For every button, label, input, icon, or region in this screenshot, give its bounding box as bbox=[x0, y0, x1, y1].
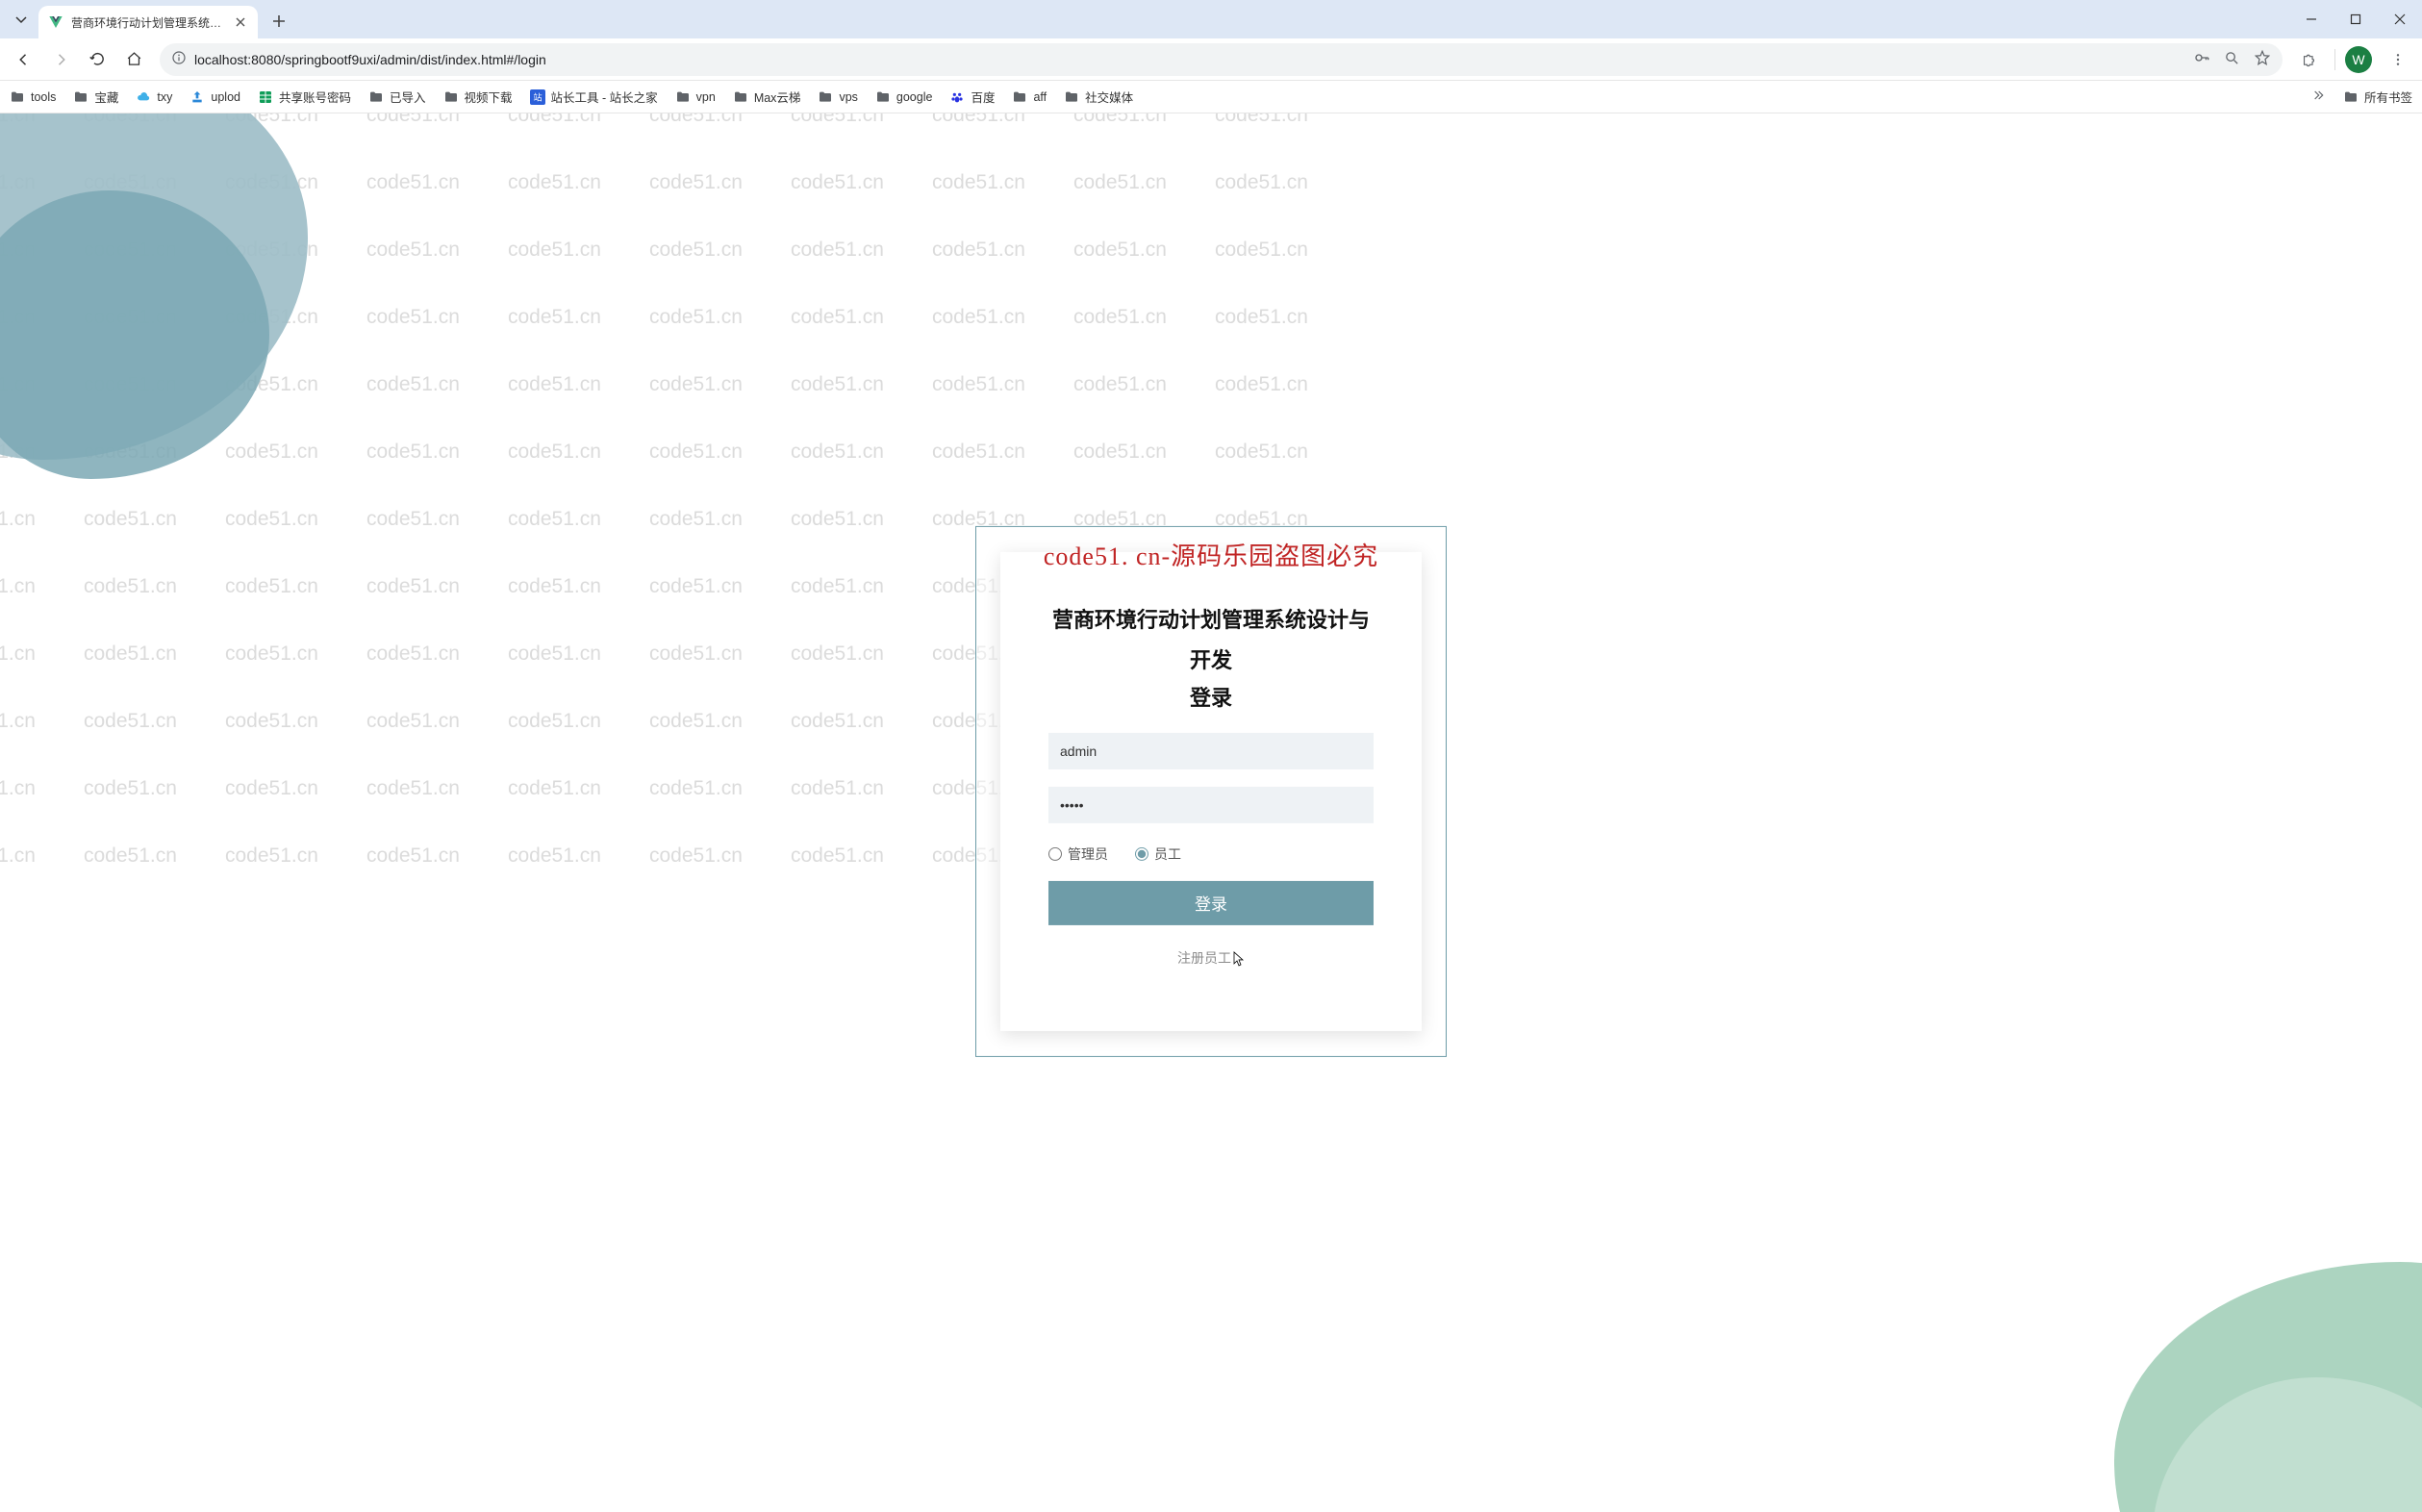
bookmark-imported[interactable]: 已导入 bbox=[368, 88, 426, 106]
page-viewport: code51.cncode51.cncode51.cncode51.cncode… bbox=[0, 113, 2422, 1512]
kebab-icon bbox=[2390, 52, 2406, 67]
bookmark-all[interactable]: 所有书签 bbox=[2343, 88, 2412, 106]
bookmark-maxcloud[interactable]: Max云梯 bbox=[733, 88, 801, 106]
minimize-icon bbox=[2306, 13, 2317, 25]
puzzle-icon bbox=[2301, 51, 2317, 67]
profile-avatar[interactable]: W bbox=[2345, 46, 2372, 73]
folder-icon bbox=[1012, 89, 1027, 105]
baidu-icon bbox=[949, 89, 965, 105]
login-button[interactable]: 登录 bbox=[1048, 881, 1374, 925]
folder-icon bbox=[2343, 89, 2359, 105]
browser-titlebar: 营商环境行动计划管理系统设计 bbox=[0, 0, 2422, 38]
radio-employee-input[interactable] bbox=[1135, 847, 1148, 861]
folder-icon bbox=[73, 89, 88, 105]
tab-close-button[interactable] bbox=[233, 14, 248, 30]
home-button[interactable] bbox=[117, 43, 150, 76]
bookmark-social-media[interactable]: 社交媒体 bbox=[1064, 88, 1133, 106]
back-button[interactable] bbox=[8, 43, 40, 76]
chinaz-icon: 站 bbox=[530, 89, 545, 105]
browser-menu-button[interactable] bbox=[2382, 43, 2414, 76]
bookmark-vpn[interactable]: vpn bbox=[675, 89, 716, 105]
bookmarks-overflow-button[interactable] bbox=[2310, 88, 2326, 106]
chevron-down-icon bbox=[15, 13, 27, 25]
folder-icon bbox=[10, 89, 25, 105]
radio-admin-input[interactable] bbox=[1048, 847, 1062, 861]
url-text: localhost:8080/springbootf9uxi/admin/dis… bbox=[194, 52, 546, 67]
password-input[interactable] bbox=[1048, 787, 1374, 823]
folder-icon bbox=[733, 89, 748, 105]
reload-button[interactable] bbox=[81, 43, 114, 76]
bookmark-star-icon[interactable] bbox=[2254, 49, 2271, 69]
bookmark-uplod[interactable]: uplod bbox=[189, 89, 240, 105]
separator bbox=[2334, 49, 2335, 70]
cloud-icon bbox=[136, 89, 151, 105]
bookmark-shared-accounts[interactable]: 共享账号密码 bbox=[258, 88, 351, 106]
address-bar[interactable]: localhost:8080/springbootf9uxi/admin/dis… bbox=[160, 43, 2283, 76]
login-card: 营商环境行动计划管理系统设计与开发 登录 管理员 员工 登录 bbox=[1000, 552, 1422, 1031]
bookmark-google[interactable]: google bbox=[875, 89, 933, 105]
bookmarks-bar: tools 宝藏 txy uplod 共享账号密码 已导入 视频下载 站 站长工 bbox=[0, 81, 2422, 113]
chevron-right-double-icon bbox=[2310, 88, 2326, 103]
avatar-letter: W bbox=[2352, 52, 2364, 67]
browser-tab[interactable]: 营商环境行动计划管理系统设计 bbox=[38, 6, 258, 38]
radio-admin-label: 管理员 bbox=[1068, 844, 1108, 864]
vue-favicon-icon bbox=[48, 14, 63, 30]
bookmark-baozang[interactable]: 宝藏 bbox=[73, 88, 118, 106]
radio-employee[interactable]: 员工 bbox=[1135, 844, 1181, 864]
username-input[interactable] bbox=[1048, 733, 1374, 769]
bookmark-video-download[interactable]: 视频下载 bbox=[443, 88, 513, 106]
folder-icon bbox=[875, 89, 891, 105]
site-info-icon[interactable] bbox=[171, 50, 187, 68]
extensions-button[interactable] bbox=[2292, 43, 2325, 76]
close-icon bbox=[2394, 13, 2406, 25]
minimize-button[interactable] bbox=[2289, 0, 2334, 38]
folder-icon bbox=[443, 89, 459, 105]
folder-icon bbox=[818, 89, 833, 105]
login-subtitle: 登录 bbox=[1048, 681, 1374, 712]
register-link[interactable]: 注册员工 bbox=[1048, 948, 1374, 968]
plus-icon bbox=[272, 14, 286, 28]
tab-title: 营商环境行动计划管理系统设计 bbox=[71, 14, 225, 31]
role-radio-group: 管理员 员工 bbox=[1048, 844, 1374, 864]
forward-button[interactable] bbox=[44, 43, 77, 76]
folder-icon bbox=[675, 89, 691, 105]
reload-icon bbox=[89, 51, 106, 67]
maximize-icon bbox=[2350, 13, 2361, 25]
arrow-left-icon bbox=[15, 51, 33, 68]
browser-toolbar: localhost:8080/springbootf9uxi/admin/dis… bbox=[0, 38, 2422, 81]
cursor-icon bbox=[1231, 951, 1245, 967]
zoom-icon[interactable] bbox=[2224, 50, 2240, 69]
sheet-icon bbox=[258, 89, 273, 105]
close-icon bbox=[236, 17, 245, 27]
folder-icon bbox=[368, 89, 384, 105]
login-card-outer: 营商环境行动计划管理系统设计与开发 登录 管理员 员工 登录 bbox=[975, 526, 1447, 1057]
bookmark-chinaz[interactable]: 站 站长工具 - 站长之家 bbox=[530, 88, 658, 106]
bookmark-tools[interactable]: tools bbox=[10, 89, 56, 105]
bookmark-aff[interactable]: aff bbox=[1012, 89, 1047, 105]
arrow-right-icon bbox=[52, 51, 69, 68]
bookmark-vps[interactable]: vps bbox=[818, 89, 857, 105]
close-window-button[interactable] bbox=[2378, 0, 2422, 38]
new-tab-button[interactable] bbox=[265, 8, 292, 35]
home-icon bbox=[126, 51, 142, 67]
upload-icon bbox=[189, 89, 205, 105]
bookmark-txy[interactable]: txy bbox=[136, 89, 172, 105]
login-title: 营商环境行动计划管理系统设计与开发 bbox=[1048, 600, 1374, 681]
tab-search-button[interactable] bbox=[8, 6, 35, 33]
svg-text:站: 站 bbox=[533, 91, 542, 102]
folder-icon bbox=[1064, 89, 1079, 105]
maximize-button[interactable] bbox=[2334, 0, 2378, 38]
radio-employee-label: 员工 bbox=[1154, 844, 1181, 864]
bookmark-baidu[interactable]: 百度 bbox=[949, 88, 995, 106]
radio-admin[interactable]: 管理员 bbox=[1048, 844, 1108, 864]
passwords-icon[interactable] bbox=[2193, 49, 2210, 69]
window-controls bbox=[2289, 0, 2422, 38]
red-watermark: code51. cn-源码乐园盗图必究 bbox=[1044, 537, 1378, 572]
